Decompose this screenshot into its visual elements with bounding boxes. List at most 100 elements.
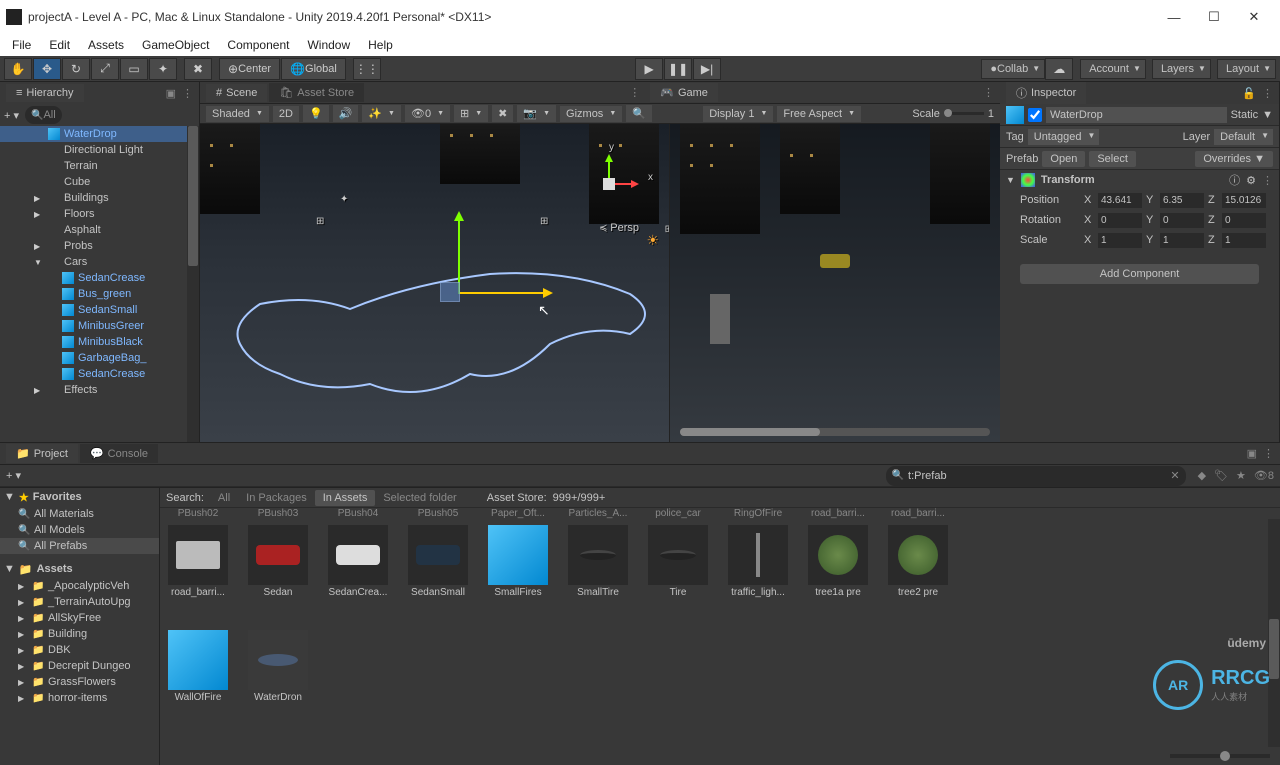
hierarchy-item[interactable]: ▶Floors xyxy=(0,206,199,222)
menu-help[interactable]: Help xyxy=(360,36,401,54)
hierarchy-item[interactable]: ▼Cars xyxy=(0,254,199,270)
hierarchy-item[interactable]: SedanCrease› xyxy=(0,270,199,286)
menu-component[interactable]: Component xyxy=(219,36,297,54)
hidden-toggle-icon[interactable]: 👁8 xyxy=(1254,469,1274,482)
kebab-icon[interactable]: ⋮ xyxy=(1263,447,1274,460)
move-tool-button[interactable]: ✥ xyxy=(33,58,61,80)
asset-item[interactable]: traffic_ligh... xyxy=(726,525,790,598)
transform-header[interactable]: ▼ Transform ⓘ ⚙ ⋮ xyxy=(1000,170,1279,190)
hierarchy-item[interactable]: Cube xyxy=(0,174,199,190)
create-button[interactable]: + ▾ xyxy=(6,469,21,482)
folder-item[interactable]: ▶📁GrassFlowers xyxy=(0,674,159,690)
asset-item[interactable]: tree1a pre xyxy=(806,525,870,598)
menu-file[interactable]: File xyxy=(4,36,39,54)
menu-edit[interactable]: Edit xyxy=(41,36,78,54)
asset-item[interactable]: Tire xyxy=(646,525,710,598)
hierarchy-item[interactable]: SedanCrease› xyxy=(0,366,199,382)
asset-item[interactable]: SmallTire xyxy=(566,525,630,598)
asset-item[interactable]: SmallFires xyxy=(486,525,550,598)
popout-icon[interactable]: ▣ xyxy=(166,87,176,100)
display-dropdown[interactable]: Display 1 xyxy=(703,106,773,122)
project-tab[interactable]: 📁 Project xyxy=(6,444,78,463)
thumbnail-size-slider[interactable] xyxy=(1170,754,1270,758)
hierarchy-item[interactable]: Terrain xyxy=(0,158,199,174)
expand-icon[interactable]: ▼ xyxy=(34,258,44,267)
asset-item[interactable]: tree2 pre xyxy=(886,525,950,598)
move-plane-handle[interactable] xyxy=(440,282,460,302)
hierarchy-item[interactable]: Bus_green› xyxy=(0,286,199,302)
scene-search[interactable]: 🔍 xyxy=(626,105,652,122)
hierarchy-item[interactable]: MinibusGreer› xyxy=(0,318,199,334)
light-toggle[interactable]: 💡 xyxy=(303,105,329,122)
game-scrollbar[interactable] xyxy=(680,428,990,436)
rot-x-field[interactable]: 0 xyxy=(1098,213,1142,228)
favorite-item[interactable]: 🔍All Models xyxy=(0,522,159,538)
scl-x-field[interactable]: 1 xyxy=(1098,233,1142,248)
rot-y-field[interactable]: 0 xyxy=(1160,213,1204,228)
orientation-gizmo[interactable] xyxy=(579,154,639,214)
camera-dropdown[interactable]: 📷 xyxy=(517,105,556,122)
scl-y-field[interactable]: 1 xyxy=(1160,233,1204,248)
hierarchy-tab[interactable]: ≡ Hierarchy xyxy=(6,84,84,102)
favorite-item[interactable]: 🔍All Materials xyxy=(0,506,159,522)
pos-z-field[interactable]: 15.0126 xyxy=(1222,193,1266,208)
transform-tool-button[interactable]: ✦ xyxy=(149,58,177,80)
scale-slider[interactable] xyxy=(944,112,984,115)
folder-item[interactable]: ▶📁horror-items xyxy=(0,690,159,706)
layout-dropdown[interactable]: Layout xyxy=(1217,59,1276,79)
expand-icon[interactable]: ▶ xyxy=(18,646,28,655)
asset-item[interactable]: WaterDron xyxy=(246,630,310,703)
menu-window[interactable]: Window xyxy=(299,36,358,54)
folder-item[interactable]: ▶📁Decrepit Dungeo xyxy=(0,658,159,674)
rect-tool-button[interactable]: ▭ xyxy=(120,58,148,80)
folder-item[interactable]: ▶📁DBK xyxy=(0,642,159,658)
folder-item[interactable]: ▶📁Building xyxy=(0,626,159,642)
grid-scrollbar[interactable] xyxy=(1268,519,1280,747)
filter-by-label-icon[interactable]: 🏷 xyxy=(1214,469,1228,482)
menu-gameobject[interactable]: GameObject xyxy=(134,36,217,54)
hierarchy-scrollbar[interactable] xyxy=(187,126,199,442)
pivot-toggle[interactable]: ⊕Center xyxy=(219,58,280,80)
kebab-icon[interactable]: ⋮ xyxy=(182,87,193,100)
persp-label[interactable]: ≼ Persp xyxy=(599,222,639,234)
hierarchy-item[interactable]: Asphalt xyxy=(0,222,199,238)
scl-z-field[interactable]: 1 xyxy=(1222,233,1266,248)
project-search[interactable]: 🔍 t:Prefab✕ xyxy=(886,466,1186,486)
pos-y-field[interactable]: 6.35 xyxy=(1160,193,1204,208)
play-button[interactable]: ▶ xyxy=(635,58,663,80)
hierarchy-item[interactable]: ▶Probs xyxy=(0,238,199,254)
expand-icon[interactable]: ▶ xyxy=(18,598,28,607)
expand-icon[interactable]: ▶ xyxy=(18,630,28,639)
favorites-header[interactable]: ▼★Favorites xyxy=(0,488,159,506)
filter-button[interactable]: All xyxy=(210,490,238,506)
hierarchy-item[interactable]: ▶Effects xyxy=(0,382,199,398)
clear-search-icon[interactable]: ✕ xyxy=(1170,469,1179,482)
custom-tool-button[interactable]: ✖ xyxy=(184,58,212,80)
asset-item[interactable]: road_barri... xyxy=(166,525,230,598)
expand-icon[interactable]: ▶ xyxy=(18,662,28,671)
scene-view[interactable]: y x ≼ Persp ☀ ⊞ ✦ ⊞ ⊞ ↖ xyxy=(200,124,670,442)
kebab-icon[interactable]: ⋮ xyxy=(1262,87,1273,100)
hierarchy-item[interactable]: SedanSmall xyxy=(0,302,199,318)
kebab-icon[interactable]: ⋮ xyxy=(983,86,994,99)
pos-x-field[interactable]: 43.641 xyxy=(1098,193,1142,208)
kebab-icon[interactable]: ⋮ xyxy=(1262,174,1273,187)
asset-item[interactable]: Sedan xyxy=(246,525,310,598)
rotate-tool-button[interactable]: ↻ xyxy=(62,58,90,80)
scale-tool-button[interactable]: ⤢ xyxy=(91,58,119,80)
filter-button[interactable]: In Assets xyxy=(315,490,376,506)
collab-dropdown[interactable]: ● Collab xyxy=(981,59,1045,79)
expand-icon[interactable]: ▶ xyxy=(34,386,44,395)
object-name-field[interactable]: WaterDrop xyxy=(1046,107,1227,123)
hierarchy-scroll[interactable]: WaterDropDirectional LightTerrainCube▶Bu… xyxy=(0,126,199,442)
maximize-button[interactable]: ☐ xyxy=(1194,5,1234,29)
hierarchy-item[interactable]: ▶Buildings xyxy=(0,190,199,206)
favorite-star-icon[interactable]: ★ xyxy=(1236,469,1246,482)
prefab-overrides-dropdown[interactable]: Overrides ▼ xyxy=(1195,151,1273,167)
aspect-dropdown[interactable]: Free Aspect xyxy=(777,106,861,122)
asset-item[interactable]: SedanCrea... xyxy=(326,525,390,598)
asset-store-count[interactable]: 999+/999+ xyxy=(553,492,606,504)
assets-header[interactable]: ▼📁Assets xyxy=(0,560,159,578)
account-dropdown[interactable]: Account xyxy=(1080,59,1146,79)
pause-button[interactable]: ❚❚ xyxy=(664,58,692,80)
